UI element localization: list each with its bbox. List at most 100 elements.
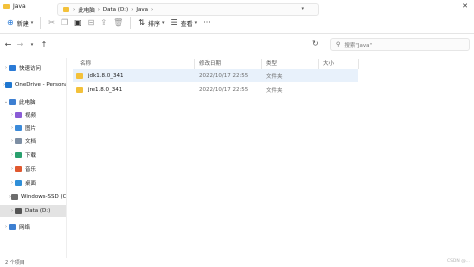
file-name: jdk1.8.0_341 (88, 72, 124, 79)
sidebar-item[interactable]: › 桌面 (0, 177, 66, 189)
close-icon[interactable]: ✕ (462, 1, 468, 11)
new-button[interactable]: ⊕ 新建 ▾ (4, 16, 36, 31)
share-button[interactable]: ⇪ (97, 16, 110, 31)
download-icon (15, 152, 22, 158)
column-divider (318, 59, 319, 69)
sidebar-item[interactable]: › Windows-SSD (C:) (0, 191, 67, 203)
sidebar-item-label: Data (D:) (25, 208, 51, 214)
search-box[interactable]: ⚲ 搜索"Java" (330, 38, 470, 51)
column-header-name[interactable]: 名称 (80, 59, 91, 69)
music-icon (15, 166, 22, 172)
column-divider (194, 59, 195, 69)
star-icon (9, 65, 16, 71)
breadcrumb-java[interactable]: Java (136, 7, 148, 13)
cloud-icon (5, 82, 12, 88)
drive-icon (11, 194, 18, 200)
new-label: 新建 (16, 20, 29, 28)
copy-icon: ❐ (60, 18, 69, 27)
rename-button[interactable]: ⊟ (85, 16, 98, 31)
recent-chevron-icon[interactable]: ▾ (26, 42, 38, 48)
toolbar-divider (40, 17, 42, 29)
sidebar-item-label: 图片 (25, 126, 37, 132)
cut-icon: ✂ (48, 18, 55, 27)
refresh-icon[interactable]: ↻ (312, 39, 319, 48)
desktop-icon (15, 180, 22, 186)
view-label: 查看 (180, 20, 193, 28)
sort-icon: ⇅ (138, 18, 145, 27)
file-name: jre1.8.0_341 (88, 86, 123, 93)
breadcrumb-this-pc[interactable]: 此电脑 (78, 6, 95, 14)
sidebar-item[interactable]: › 图片 (0, 122, 66, 134)
cut-button[interactable]: ✂ (45, 16, 58, 31)
sort-button[interactable]: ⇅ 排序 ▾ (135, 16, 167, 31)
sort-label: 排序 (147, 20, 160, 28)
documents-icon (15, 138, 22, 144)
rename-icon: ⊟ (87, 18, 95, 27)
copy-button[interactable]: ❐ (58, 16, 71, 31)
file-modified: 2022/10/17 22:55 (199, 72, 249, 79)
drive-icon (15, 208, 22, 214)
file-row[interactable]: jre1.8.0_341 2022/10/17 22:55 文件夹 (73, 83, 358, 96)
sidebar-item-label: Windows-SSD (C:) (21, 194, 67, 200)
paste-icon: ▣ (74, 18, 82, 27)
sidebar-item-label: 网络 (19, 225, 31, 231)
up-icon[interactable]: ↑ (38, 40, 50, 49)
file-type: 文件夹 (266, 87, 283, 94)
paste-button[interactable]: ▣ (71, 16, 85, 31)
breadcrumb-separator: › (131, 6, 134, 13)
chevron-down-icon[interactable]: ▾ (301, 6, 304, 12)
watermark: CSDN @... (446, 259, 470, 264)
search-placeholder: 搜索"Java" (344, 42, 373, 49)
view-button[interactable]: ☰ 查看 ▾ (167, 16, 200, 31)
column-header-size[interactable]: 大小 (323, 59, 334, 69)
sidebar-item[interactable]: › 文档 (0, 135, 66, 147)
file-row[interactable]: jdk1.8.0_341 2022/10/17 22:55 文件夹 (73, 69, 358, 82)
sidebar-item[interactable]: › 视频 (0, 109, 66, 121)
sidebar-item[interactable]: › Data (D:) (0, 205, 66, 217)
sidebar-item[interactable]: › 音乐 (0, 163, 66, 175)
sidebar-item[interactable]: › 网络 (0, 221, 66, 233)
sidebar-item-label: 此电脑 (19, 100, 36, 106)
video-icon (15, 112, 22, 118)
breadcrumb-separator: › (73, 6, 76, 13)
command-bar: ⊕ 新建 ▾ ✂ ❐ ▣ ⊟ ⇪ 🗑 ⇅ 排序 ▾ ☰ 查看 ▾ ··· (0, 13, 474, 34)
forward-icon[interactable]: → (14, 40, 26, 49)
sidebar-item[interactable]: › 快速访问 (0, 62, 66, 74)
sidebar-item[interactable]: › OneDrive - Persona (0, 79, 67, 91)
folder-icon (3, 4, 10, 9)
more-icon: ··· (203, 18, 211, 27)
folder-icon (76, 86, 83, 93)
share-icon: ⇪ (100, 18, 108, 27)
chevron-down-icon: ▾ (194, 20, 198, 26)
sidebar-item-label: 音乐 (25, 167, 37, 173)
column-header-type[interactable]: 类型 (266, 59, 277, 69)
breadcrumb-separator: › (151, 6, 154, 13)
network-icon (9, 224, 16, 230)
sidebar-item[interactable]: ⌄ 此电脑 (0, 96, 66, 108)
search-icon: ⚲ (336, 41, 341, 48)
pictures-icon (15, 125, 22, 131)
column-divider (261, 59, 262, 69)
breadcrumb-data-drive[interactable]: Data (D:) (103, 7, 128, 13)
sidebar-item-label: 文档 (25, 139, 37, 145)
sidebar-item-label: OneDrive - Persona (15, 82, 67, 88)
sidebar-item-label: 快速访问 (19, 66, 42, 72)
item-count: 2 个项目 (5, 260, 25, 266)
back-icon[interactable]: ← (2, 40, 14, 49)
sidebar-item-label: 视频 (25, 113, 37, 119)
view-icon: ☰ (170, 18, 178, 27)
address-bar[interactable]: › 此电脑 › Data (D:) › Java › ▾ (57, 3, 319, 16)
column-header-modified[interactable]: 修改日期 (199, 59, 221, 69)
file-list: 名称 修改日期 类型 大小 jdk1.8.0_341 2022/10/17 22… (68, 54, 474, 258)
new-icon: ⊕ (7, 18, 14, 27)
delete-button[interactable]: 🗑 (110, 16, 126, 31)
file-modified: 2022/10/17 22:55 (199, 86, 249, 93)
sidebar-item-label: 下载 (25, 153, 37, 159)
window-title: Java (13, 3, 26, 10)
chevron-down-icon: ▾ (30, 20, 34, 26)
more-button[interactable]: ··· (200, 16, 214, 31)
column-divider (358, 59, 359, 69)
navigation-pane: › 快速访问 › OneDrive - Persona ⌄ 此电脑 › 视频 › 图片 › 文档 › 下载… (0, 58, 67, 258)
breadcrumb-separator: › (97, 6, 100, 13)
sidebar-item[interactable]: › 下载 (0, 149, 66, 161)
